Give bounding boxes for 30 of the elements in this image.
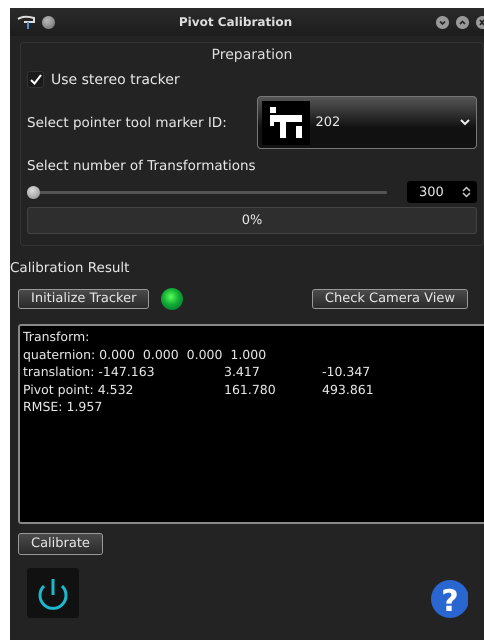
close-icon[interactable] bbox=[476, 16, 484, 28]
minimize-icon[interactable] bbox=[436, 16, 449, 28]
checkbox-label: Use stereo tracker bbox=[51, 72, 180, 88]
group-title: Preparation bbox=[210, 47, 294, 63]
number-spinbox[interactable]: 300 bbox=[407, 181, 477, 203]
field-label: Select number of Transformations bbox=[27, 158, 257, 174]
calibrate-button[interactable]: Calibrate bbox=[18, 533, 103, 555]
spin-arrows-icon[interactable] bbox=[462, 186, 471, 198]
chevron-icon bbox=[460, 119, 470, 126]
marker-icon bbox=[262, 100, 310, 144]
output-line: Pivot point: 4.532 161.780 493.861 bbox=[23, 380, 375, 398]
output-line: Transform: bbox=[23, 328, 90, 346]
dropdown-value: 202 bbox=[315, 115, 342, 130]
checkbox[interactable] bbox=[27, 71, 44, 88]
pin-icon[interactable] bbox=[16, 14, 38, 30]
output-line: RMSE: 1.957 bbox=[23, 398, 104, 416]
progress-bar: 0% bbox=[27, 207, 477, 234]
help-icon[interactable]: ? bbox=[430, 579, 468, 619]
check-camera-view-button[interactable]: Check Camera View bbox=[312, 289, 468, 309]
marker-dropdown[interactable]: 202 bbox=[257, 96, 477, 149]
window-title: Pivot Calibration bbox=[178, 15, 294, 29]
menu-icon[interactable] bbox=[42, 16, 55, 28]
output-line: quaternion: 0.000 0.000 0.000 1.000 bbox=[23, 346, 268, 363]
section-title: Calibration Result bbox=[10, 260, 130, 276]
power-icon[interactable] bbox=[27, 568, 79, 618]
slider-thumb[interactable] bbox=[27, 186, 40, 198]
output-line: translation: -147.163 3.417 -10.347 bbox=[23, 363, 372, 380]
field-label: Select pointer tool marker ID: bbox=[27, 114, 228, 130]
initialize-tracker-button[interactable]: Initialize Tracker bbox=[18, 289, 150, 309]
maximize-icon[interactable] bbox=[456, 16, 469, 28]
